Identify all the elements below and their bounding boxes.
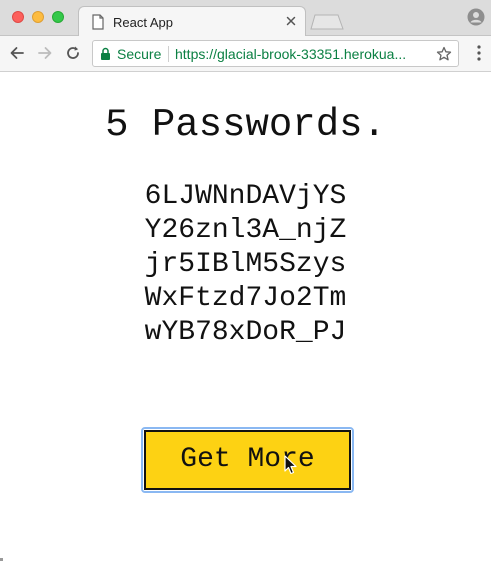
password-item: WxFtzd7Jo2Tm bbox=[144, 283, 347, 314]
tab-strip: React App bbox=[0, 0, 491, 37]
window-minimize-button[interactable] bbox=[32, 11, 44, 23]
get-more-button[interactable]: Get More bbox=[144, 430, 351, 490]
new-tab-button[interactable] bbox=[310, 14, 344, 30]
kebab-menu-icon[interactable] bbox=[477, 45, 481, 61]
address-bar[interactable]: Secure https://glacial-brook-33351.herok… bbox=[92, 40, 459, 67]
password-list: 6LJWNnDAVjYS Y26znl3A_njZ jr5IBlM5Szys W… bbox=[0, 180, 491, 350]
reload-icon[interactable] bbox=[64, 44, 82, 62]
browser-window: React App Secure https://glacial-brook-3… bbox=[0, 0, 491, 561]
arrow-right-icon[interactable] bbox=[36, 44, 54, 62]
page-title: 5 Passwords. bbox=[105, 103, 386, 147]
mouse-pointer-icon bbox=[284, 455, 297, 475]
browser-tab[interactable]: React App bbox=[78, 6, 306, 37]
password-item: 6LJWNnDAVjYS bbox=[144, 181, 347, 212]
document-icon bbox=[92, 14, 104, 30]
password-item: Y26znl3A_njZ bbox=[144, 215, 347, 246]
profile-icon[interactable] bbox=[467, 8, 485, 26]
password-item: jr5IBlM5Szys bbox=[144, 249, 347, 280]
page-content: 5 Passwords. 6LJWNnDAVjYS Y26znl3A_njZ j… bbox=[0, 72, 491, 561]
security-label: Secure bbox=[117, 46, 162, 62]
password-item: wYB78xDoR_PJ bbox=[144, 317, 347, 348]
close-icon[interactable] bbox=[285, 15, 297, 27]
window-maximize-button[interactable] bbox=[52, 11, 64, 23]
tab-title: React App bbox=[113, 15, 173, 30]
url-separator bbox=[168, 46, 169, 62]
star-icon[interactable] bbox=[436, 46, 452, 62]
window-close-button[interactable] bbox=[12, 11, 24, 23]
browser-toolbar: Secure https://glacial-brook-33351.herok… bbox=[0, 36, 491, 72]
lock-icon bbox=[101, 47, 110, 60]
arrow-left-icon[interactable] bbox=[8, 44, 26, 62]
url-text[interactable]: https://glacial-brook-33351.herokua... bbox=[175, 46, 427, 62]
